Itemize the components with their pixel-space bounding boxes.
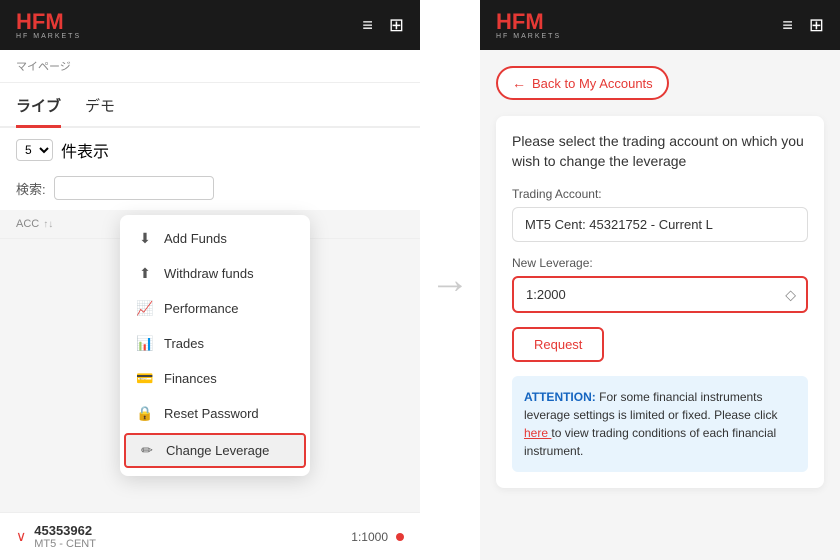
sort-icon[interactable]: ↑↓ — [43, 219, 53, 230]
controls-row: 5 件表示 — [0, 128, 420, 172]
add-funds-label: Add Funds — [164, 231, 227, 246]
logo: HFM HF MARKETS — [16, 11, 81, 40]
reset-password-label: Reset Password — [164, 406, 259, 421]
tab-live[interactable]: ライブ — [16, 95, 61, 126]
new-leverage-label: New Leverage: — [512, 256, 808, 270]
trading-account-label: Trading Account: — [512, 187, 808, 201]
search-input[interactable] — [54, 176, 214, 200]
finances-label: Finances — [164, 371, 217, 386]
header-icons: ≡ ⊞ — [362, 15, 404, 36]
breadcrumb-text: マイページ — [16, 61, 71, 73]
hamburger-icon[interactable]: ≡ — [362, 15, 373, 36]
account-type-bottom: MT5 - CENT — [34, 538, 96, 550]
left-panel: HFM HF MARKETS ≡ ⊞ マイページ ライブ デモ 5 件表示 検索… — [0, 0, 420, 560]
logo-m: M — [45, 9, 63, 34]
trades-label: Trades — [164, 336, 204, 351]
attention-label: ATTENTION: — [524, 390, 596, 404]
right-content: ← Back to My Accounts Please select the … — [480, 50, 840, 516]
forward-arrow-icon: → — [430, 258, 470, 303]
menu-performance[interactable]: 📈 Performance — [120, 291, 310, 326]
arrow-container: → — [420, 0, 480, 560]
request-button-wrapper: Request — [512, 327, 604, 362]
withdraw-label: Withdraw funds — [164, 266, 254, 281]
leverage-select[interactable]: 1:2000 — [514, 278, 806, 311]
attention-link[interactable]: here — [524, 426, 551, 440]
trades-icon: 📊 — [136, 335, 154, 352]
grid-icon[interactable]: ⊞ — [389, 15, 404, 36]
right-hamburger-icon[interactable]: ≡ — [782, 15, 793, 36]
change-leverage-label: Change Leverage — [166, 443, 269, 458]
back-arrow-icon: ← — [512, 75, 526, 91]
attention-box: ATTENTION: For some financial instrument… — [512, 376, 808, 472]
right-logo-hf: HF — [496, 9, 525, 34]
finances-icon: 💳 — [136, 370, 154, 387]
context-menu: ⬇ Add Funds ⬆ Withdraw funds 📈 Performan… — [120, 215, 310, 476]
change-leverage-icon: ✏ — [138, 442, 156, 459]
add-funds-icon: ⬇ — [136, 230, 154, 247]
tabs-bar: ライブ デモ — [0, 83, 420, 128]
attention-text2: to view trading conditions of each finan… — [524, 426, 776, 458]
back-to-accounts-button[interactable]: ← Back to My Accounts — [496, 66, 669, 100]
form-title: Please select the trading account on whi… — [512, 132, 808, 171]
withdraw-icon: ⬆ — [136, 265, 154, 282]
logo-text: HFM — [16, 11, 64, 33]
logo-subtitle: HF MARKETS — [16, 33, 81, 40]
leverage-field-wrapper: 1:2000 ◇ — [512, 276, 808, 313]
expand-icon[interactable]: ∨ — [16, 528, 26, 545]
status-dot — [396, 533, 404, 541]
search-label: 検索: — [16, 179, 46, 198]
menu-trades[interactable]: 📊 Trades — [120, 326, 310, 361]
right-header-icons: ≡ ⊞ — [782, 15, 824, 36]
right-logo-m: M — [525, 9, 543, 34]
logo-hf: HF — [16, 9, 45, 34]
right-logo: HFM HF MARKETS — [496, 11, 561, 40]
account-row-bottom: ∨ 45353962 MT5 - CENT 1:1000 — [16, 523, 404, 550]
menu-withdraw-funds[interactable]: ⬆ Withdraw funds — [120, 256, 310, 291]
performance-label: Performance — [164, 301, 238, 316]
right-logo-subtitle: HF MARKETS — [496, 33, 561, 40]
menu-reset-password[interactable]: 🔒 Reset Password — [120, 396, 310, 431]
change-leverage-form: Please select the trading account on whi… — [496, 116, 824, 488]
items-per-page-select[interactable]: 5 — [16, 139, 53, 161]
back-button-label: Back to My Accounts — [532, 76, 653, 91]
reset-password-icon: 🔒 — [136, 405, 154, 422]
bottom-account: ∨ 45353962 MT5 - CENT 1:1000 — [0, 512, 420, 560]
left-header: HFM HF MARKETS ≡ ⊞ — [0, 0, 420, 50]
account-number-bottom: 45353962 — [34, 523, 96, 538]
right-grid-icon[interactable]: ⊞ — [809, 15, 824, 36]
menu-change-leverage[interactable]: ✏ Change Leverage — [124, 433, 306, 468]
search-row: 検索: — [0, 172, 420, 210]
performance-icon: 📈 — [136, 300, 154, 317]
account-leverage-bottom: 1:1000 — [351, 530, 388, 544]
right-logo-text: HFM — [496, 11, 544, 33]
trading-account-select[interactable]: MT5 Cent: 45321752 - Current L — [512, 207, 808, 242]
tab-demo[interactable]: デモ — [85, 95, 115, 126]
request-button[interactable]: Request — [514, 329, 602, 360]
menu-add-funds[interactable]: ⬇ Add Funds — [120, 221, 310, 256]
show-label: 件表示 — [61, 138, 109, 162]
menu-finances[interactable]: 💳 Finances — [120, 361, 310, 396]
acc-col-header: ACC — [16, 218, 39, 230]
right-panel: HFM HF MARKETS ≡ ⊞ ← Back to My Accounts… — [480, 0, 840, 560]
right-header: HFM HF MARKETS ≡ ⊞ — [480, 0, 840, 50]
breadcrumb: マイページ — [0, 50, 420, 83]
